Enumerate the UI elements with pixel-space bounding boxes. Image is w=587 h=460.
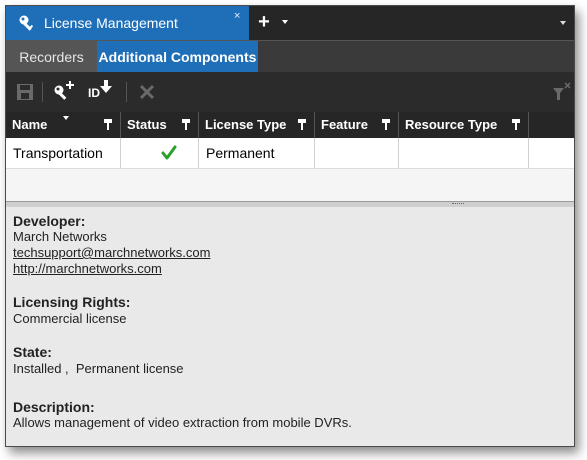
- tab-title: License Management: [44, 15, 178, 31]
- details-panel: Developer: March Networks techsupport@ma…: [6, 207, 574, 446]
- filter-icon[interactable]: [298, 119, 306, 130]
- tab-recorders[interactable]: Recorders: [6, 41, 97, 73]
- developer-heading: Developer:: [13, 213, 86, 229]
- filter-icon[interactable]: [382, 119, 390, 130]
- filter-icon[interactable]: [104, 119, 112, 130]
- key-icon: [19, 15, 34, 31]
- window-menu-chevron-icon[interactable]: [560, 21, 566, 25]
- column-header-feature[interactable]: Feature: [315, 112, 399, 138]
- import-id-button[interactable]: ID: [86, 80, 116, 104]
- sort-indicator-icon: [63, 116, 69, 120]
- grip-icon: [452, 203, 464, 205]
- grid-empty-area: [6, 168, 574, 202]
- column-header-name[interactable]: Name: [6, 112, 121, 138]
- toolbar: ID: [6, 72, 574, 112]
- filter-icon[interactable]: [182, 119, 190, 130]
- developer-name: March Networks: [13, 229, 107, 244]
- subtab-bar: Recorders Additional Components: [6, 40, 574, 73]
- toolbar-separator: [126, 82, 127, 102]
- column-header-status[interactable]: Status: [121, 112, 199, 138]
- cell-status: [121, 138, 199, 168]
- license-management-window: License Management × + Recorders Additio…: [5, 5, 575, 447]
- cell-license-type: Permanent: [199, 138, 315, 168]
- tab-dropdown-chevron-icon[interactable]: [282, 20, 288, 24]
- cell-feature: [315, 138, 399, 168]
- id-label: ID: [88, 86, 100, 100]
- state-heading: State:: [13, 344, 52, 360]
- save-icon[interactable]: [16, 80, 34, 104]
- column-header-license-type[interactable]: License Type: [199, 112, 315, 138]
- cell-name: Transportation: [6, 138, 121, 168]
- toolbar-separator: [42, 82, 43, 102]
- check-icon: [161, 145, 177, 160]
- add-tab-button[interactable]: +: [254, 12, 274, 33]
- cell-resource-type: [399, 138, 529, 168]
- filter-icon[interactable]: [512, 119, 520, 130]
- grid-header: Name Status License Type Feature Resourc…: [6, 112, 574, 138]
- clear-filter-icon[interactable]: [552, 80, 572, 104]
- title-bar: License Management × +: [6, 6, 574, 40]
- column-header-resource-type[interactable]: Resource Type: [399, 112, 529, 138]
- licensing-rights-heading: Licensing Rights:: [13, 294, 131, 310]
- developer-url-link[interactable]: http://marchnetworks.com: [13, 261, 162, 276]
- delete-icon[interactable]: [138, 80, 156, 104]
- state-value: Installed , Permanent license: [13, 361, 184, 376]
- licensing-rights-value: Commercial license: [13, 311, 127, 326]
- developer-email-link[interactable]: techsupport@marchnetworks.com: [13, 245, 210, 260]
- description-heading: Description:: [13, 399, 95, 415]
- description-value: Allows management of video extraction fr…: [13, 415, 352, 430]
- arrow-down-icon: [100, 80, 112, 93]
- add-license-key-icon[interactable]: [52, 80, 78, 104]
- tab-license-management[interactable]: License Management ×: [6, 6, 249, 40]
- close-tab-icon[interactable]: ×: [234, 10, 240, 22]
- table-row[interactable]: Transportation Permanent: [6, 138, 574, 168]
- tab-additional-components[interactable]: Additional Components: [97, 41, 258, 73]
